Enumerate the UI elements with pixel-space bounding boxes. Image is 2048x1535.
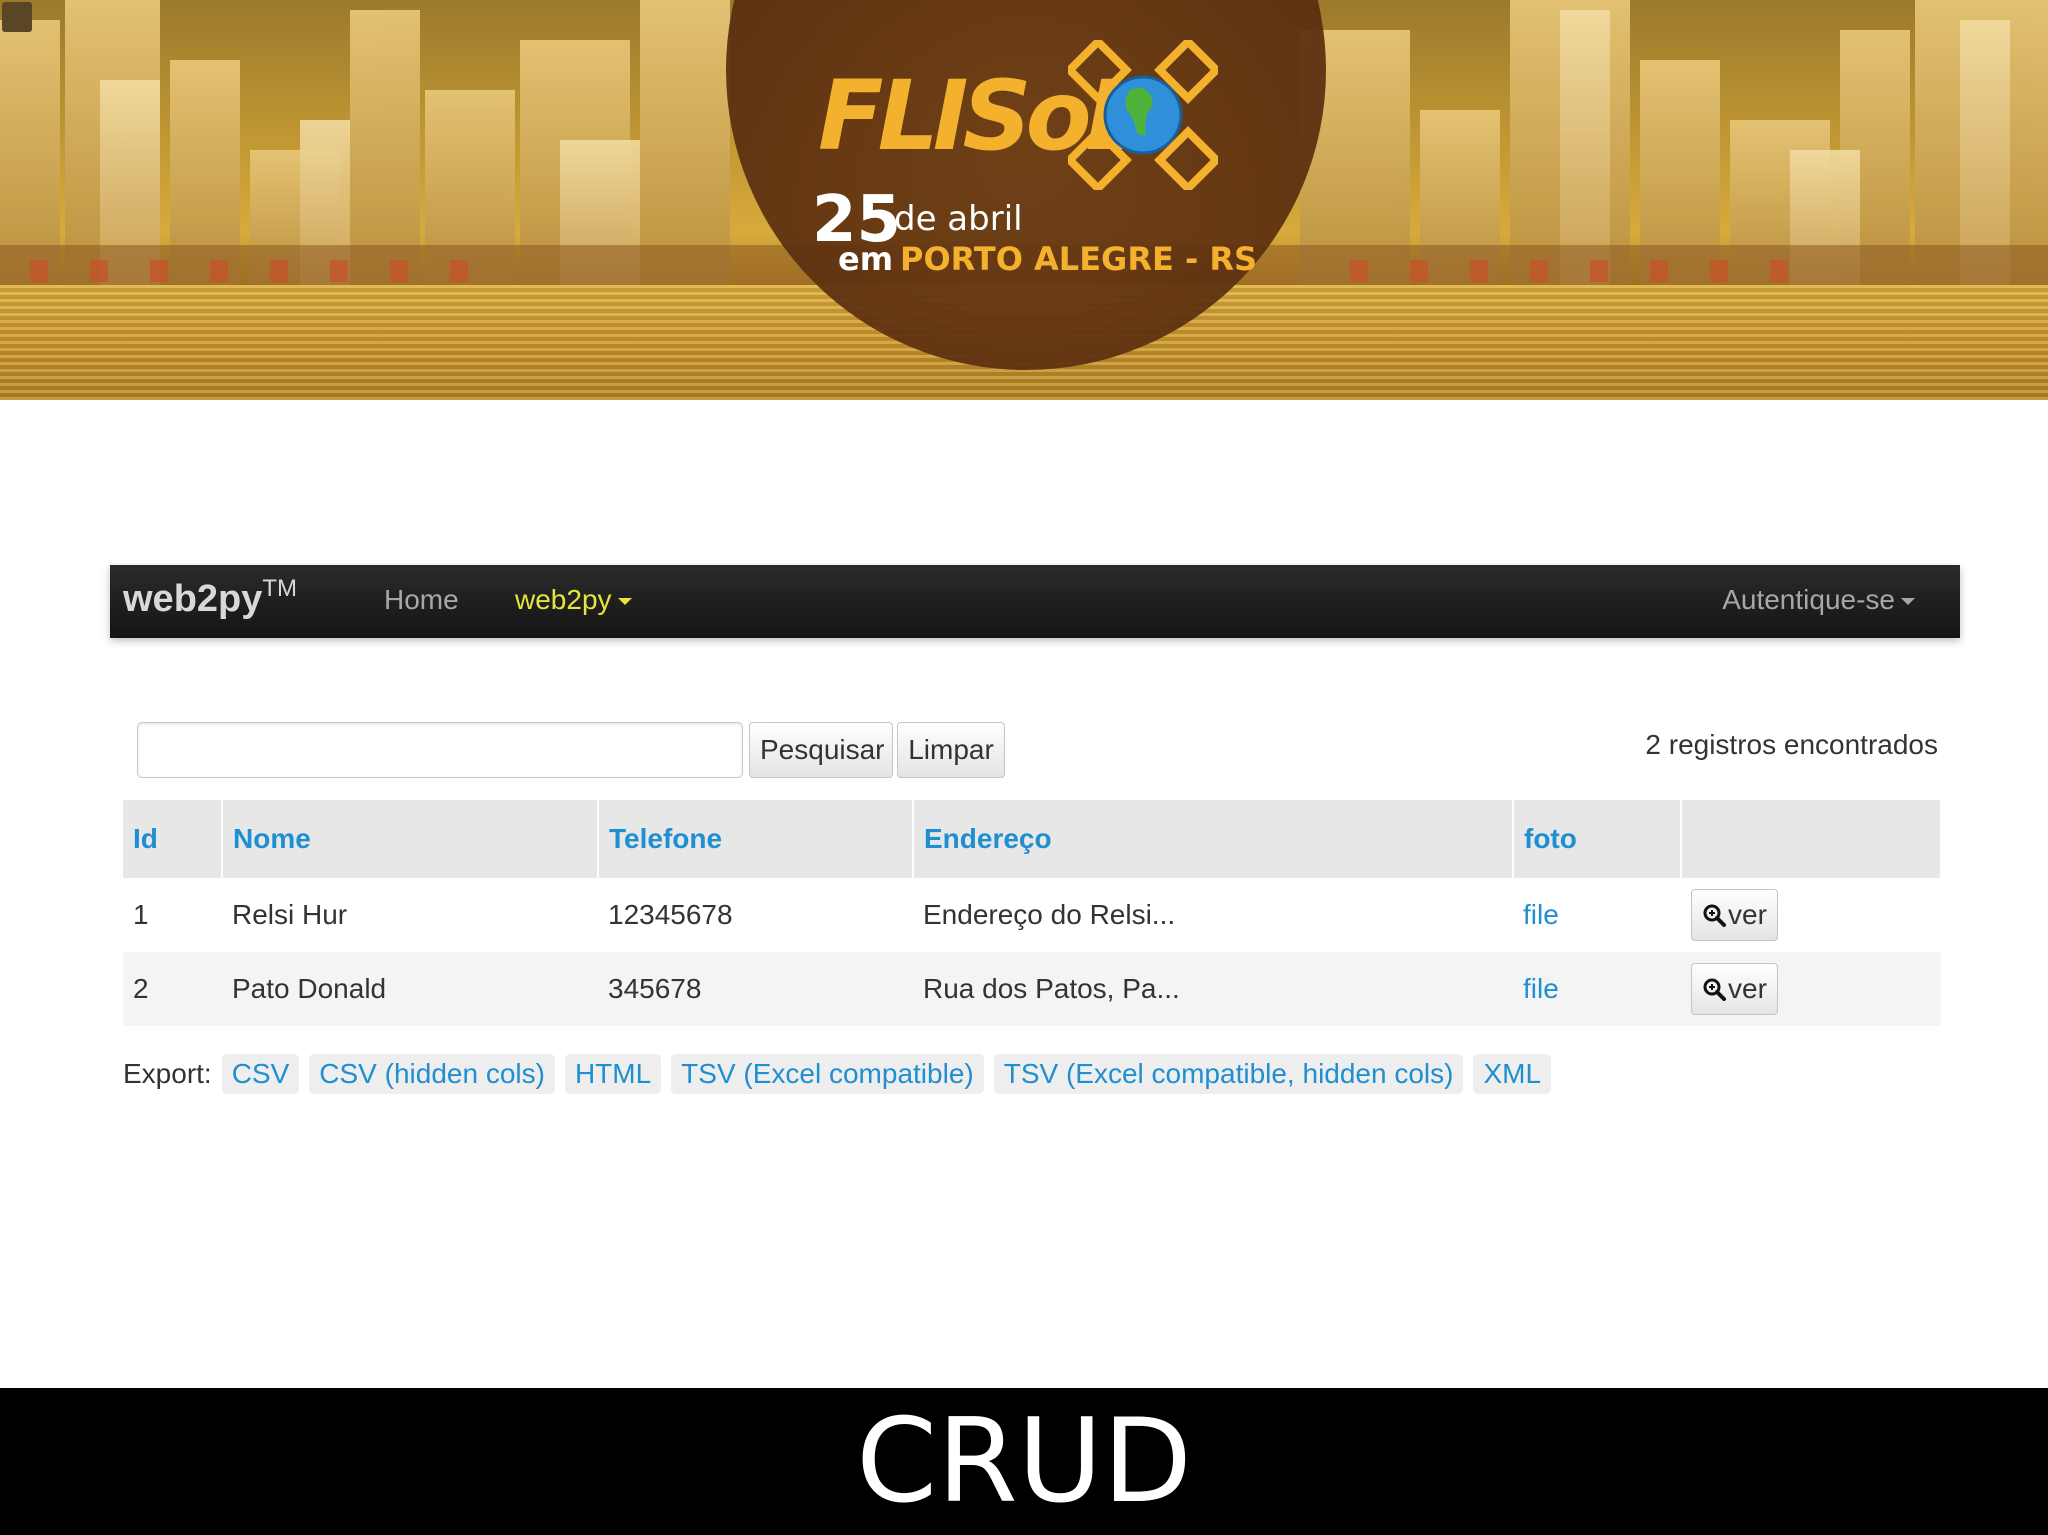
column-header-endereco[interactable]: Endereço bbox=[913, 800, 1514, 878]
records-count: 2 registros encontrados bbox=[1645, 729, 1938, 760]
column-header-telefone[interactable]: Telefone bbox=[598, 800, 914, 878]
export-csv-link[interactable]: CSV bbox=[221, 1054, 300, 1094]
banner-date: de abril bbox=[894, 199, 1023, 239]
brand-text: web2py bbox=[123, 578, 263, 620]
cell-endereco: Endereço do Relsi... bbox=[913, 878, 1513, 952]
cell-id: 2 bbox=[123, 952, 222, 1026]
nav-login-label: Autentique-se bbox=[1722, 584, 1895, 615]
export-tsv-link[interactable]: TSV (Excel compatible) bbox=[671, 1054, 984, 1094]
nav-web2py-dropdown[interactable]: web2py bbox=[515, 582, 632, 618]
cell-nome: Pato Donald bbox=[222, 952, 598, 1026]
export-csv-hidden-link[interactable]: CSV (hidden cols) bbox=[309, 1054, 555, 1094]
records-table: Id Nome Telefone Endereço foto 1 Relsi H… bbox=[123, 800, 1942, 1026]
export-tsv-hidden-link[interactable]: TSV (Excel compatible, hidden cols) bbox=[993, 1054, 1464, 1094]
view-button-label: ver bbox=[1728, 973, 1767, 1004]
zoom-in-icon bbox=[1703, 978, 1726, 1001]
column-header-nome[interactable]: Nome bbox=[222, 800, 599, 878]
column-header-actions bbox=[1681, 800, 1942, 878]
banner-em: em bbox=[838, 240, 894, 278]
export-html-link[interactable]: HTML bbox=[564, 1054, 662, 1094]
view-button[interactable]: ver bbox=[1691, 889, 1778, 941]
export-bar: Export: CSV CSV (hidden cols) HTML TSV (… bbox=[123, 1054, 1561, 1094]
column-header-id[interactable]: Id bbox=[123, 800, 223, 878]
cell-actions: ver bbox=[1681, 878, 1941, 952]
cell-actions: ver bbox=[1681, 952, 1941, 1026]
clear-button[interactable]: Limpar bbox=[897, 722, 1005, 778]
top-navbar: web2pyTM Home web2py Autentique-se bbox=[110, 565, 1960, 638]
cell-telefone: 12345678 bbox=[598, 878, 913, 952]
cell-foto-link[interactable]: file bbox=[1513, 878, 1681, 952]
zoom-in-icon bbox=[1703, 904, 1726, 927]
brand-trademark: TM bbox=[262, 575, 298, 602]
corner-avatar-icon bbox=[2, 2, 32, 32]
nav-web2py-label: web2py bbox=[515, 584, 612, 615]
caret-down-icon bbox=[1901, 598, 1915, 606]
export-label: Export: bbox=[123, 1058, 212, 1089]
nav-login-dropdown[interactable]: Autentique-se bbox=[1722, 582, 1915, 618]
search-button[interactable]: Pesquisar bbox=[749, 722, 893, 778]
search-input[interactable] bbox=[137, 722, 743, 778]
table-row: 2 Pato Donald 345678 Rua dos Patos, Pa..… bbox=[123, 952, 1941, 1026]
column-header-foto[interactable]: foto bbox=[1513, 800, 1682, 878]
table-header-row: Id Nome Telefone Endereço foto bbox=[123, 800, 1942, 878]
view-button-label: ver bbox=[1728, 899, 1767, 930]
slide-title: CRUD bbox=[0, 1388, 2048, 1535]
globe-icon bbox=[1068, 40, 1218, 190]
cell-endereco: Rua dos Patos, Pa... bbox=[913, 952, 1513, 1026]
banner-city: PORTO ALEGRE - RS bbox=[900, 240, 1258, 278]
caret-down-icon bbox=[617, 598, 632, 606]
brand-logo[interactable]: web2pyTM bbox=[123, 575, 298, 623]
cell-foto-link[interactable]: file bbox=[1513, 952, 1681, 1026]
export-xml-link[interactable]: XML bbox=[1473, 1054, 1552, 1094]
nav-home-link[interactable]: Home bbox=[384, 582, 459, 618]
cell-id: 1 bbox=[123, 878, 222, 952]
cell-telefone: 345678 bbox=[598, 952, 913, 1026]
cell-nome: Relsi Hur bbox=[222, 878, 598, 952]
event-banner: FLISoL 25 de abril em PORTO ALEGRE - RS bbox=[0, 0, 2048, 400]
table-row: 1 Relsi Hur 12345678 Endereço do Relsi..… bbox=[123, 878, 1941, 952]
view-button[interactable]: ver bbox=[1691, 963, 1778, 1015]
